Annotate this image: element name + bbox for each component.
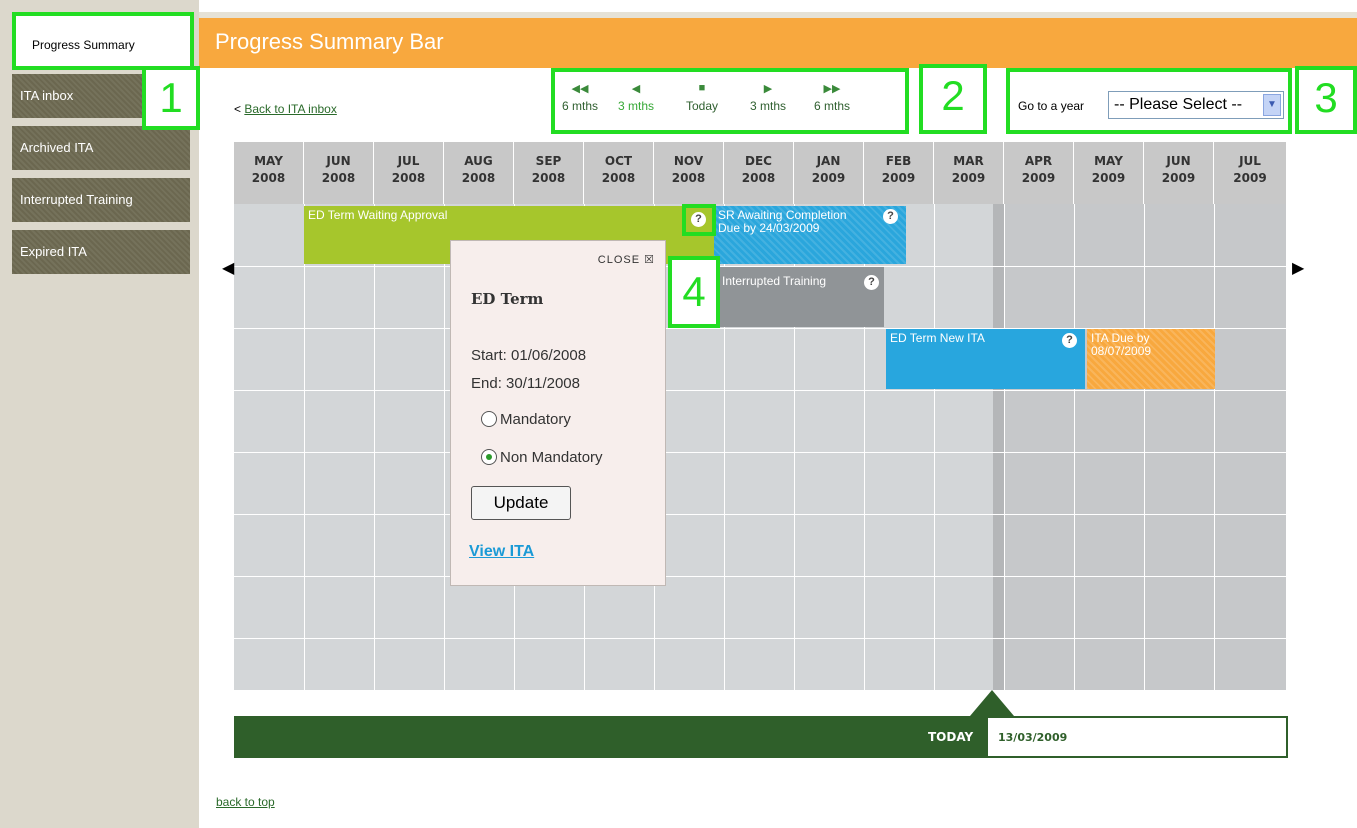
sidebar-item-expired-ita[interactable]: Expired ITA (12, 230, 190, 274)
grid-line (1074, 204, 1075, 690)
radio-label: Mandatory (500, 411, 571, 428)
month-header: AUG 2008 (444, 142, 514, 204)
view-ita-link[interactable]: View ITA (469, 543, 534, 561)
back-to-inbox-link[interactable]: Back to ITA inbox (244, 102, 337, 116)
month-header: JUL 2009 (1214, 142, 1286, 204)
radio-non-mandatory[interactable]: Non Mandatory (481, 449, 603, 466)
today-date: 13/03/2009 (988, 718, 1286, 756)
bar-label: Interrupted Training (722, 274, 827, 288)
month-header: MAY 2008 (234, 142, 304, 204)
help-icon[interactable]: ? (864, 275, 879, 290)
grid-line (1004, 204, 1005, 690)
radio-label: Non Mandatory (500, 449, 603, 466)
month-header: OCT 2008 (584, 142, 654, 204)
nav-forward-3-months[interactable]: ▶ 3 mths (743, 82, 793, 113)
popup-start: Start: 01/06/2008 (471, 347, 587, 364)
update-button[interactable]: Update (471, 486, 571, 520)
year-select[interactable]: -- Please Select -- ▼ (1108, 91, 1284, 119)
month-header: JAN 2009 (794, 142, 864, 204)
ed-term-new-ita-bar[interactable]: ED Term New ITA ? (886, 329, 1085, 389)
back-to-top-link[interactable]: back to top (216, 795, 275, 809)
nav-label: Today (685, 99, 719, 113)
month-header: SEP 2008 (514, 142, 584, 204)
callout-3: 3 (1295, 66, 1357, 134)
popup-title: ED Term (471, 290, 544, 308)
month-header: MAY 2009 (1074, 142, 1144, 204)
year-select-value: -- Please Select -- (1114, 96, 1243, 113)
sidebar-item-progress-summary[interactable]: Progress Summary (12, 12, 194, 70)
help-icon[interactable]: ? (691, 212, 706, 227)
bar-label: SR Awaiting Completion Due by 24/03/2009 (718, 208, 847, 235)
month-header: JUL 2008 (374, 142, 444, 204)
sidebar-item-interrupted-training[interactable]: Interrupted Training (12, 178, 190, 222)
today-pointer (970, 690, 1014, 716)
future-band (993, 204, 1286, 690)
grid-line (1144, 204, 1145, 690)
year-label: Go to a year (1018, 99, 1085, 113)
stop-square-icon: ■ (698, 82, 706, 94)
double-right-arrow-icon: ▶▶ (823, 83, 841, 95)
ita-due-bar[interactable]: ITA Due by 08/07/2009 (1087, 329, 1215, 389)
scroll-right-arrow-icon[interactable]: ▶ (1292, 258, 1304, 278)
grid-line (234, 390, 1286, 391)
left-arrow-icon: ◀ (631, 83, 641, 95)
grid-line (1214, 204, 1215, 690)
grid-line (374, 204, 375, 690)
nav-label: 3 mths (749, 99, 786, 113)
radio-button[interactable] (481, 449, 497, 465)
radio-mandatory[interactable]: Mandatory (481, 411, 571, 428)
nav-label: 6 mths (561, 99, 598, 113)
callout-1: 1 (142, 66, 200, 130)
help-icon[interactable]: ? (1062, 333, 1077, 348)
month-header: NOV 2008 (654, 142, 724, 204)
grid-line (234, 452, 1286, 453)
radio-button[interactable] (481, 411, 497, 427)
month-header: FEB 2009 (864, 142, 934, 204)
callout-4: 4 (668, 256, 720, 328)
month-header: MAR 2009 (934, 142, 1004, 204)
bar-label: ED Term Waiting Approval (308, 208, 448, 222)
popup-close-button[interactable]: CLOSE ☒ (598, 253, 655, 266)
callout-2: 2 (919, 64, 987, 134)
month-header: JUN 2009 (1144, 142, 1214, 204)
nav-forward-6-months[interactable]: ▶▶ 6 mths (807, 82, 857, 113)
grid-line (934, 204, 935, 690)
today-label: TODAY (928, 730, 974, 744)
sr-awaiting-bar[interactable]: SR Awaiting Completion Due by 24/03/2009… (714, 206, 906, 264)
back-to-inbox[interactable]: < Back to ITA inbox (234, 102, 337, 116)
grid-line (234, 638, 1286, 639)
bar-label: ITA Due by 08/07/2009 (1091, 331, 1152, 358)
nav-label: 3 mths (617, 99, 654, 113)
nav-label: 6 mths (813, 99, 850, 113)
month-header: JUN 2008 (304, 142, 374, 204)
double-left-arrow-icon: ◀◀ (571, 83, 589, 95)
right-arrow-icon: ▶ (763, 83, 773, 95)
bar-label: ED Term New ITA (890, 331, 985, 345)
timeline-grid: MAY 2008 JUN 2008 JUL 2008 AUG 2008 SEP 2008 … (234, 142, 1286, 690)
back-link-prefix: < (234, 102, 245, 116)
grid-line (304, 204, 305, 690)
today-bar: TODAY 13/03/2009 (234, 716, 1288, 758)
chevron-down-icon[interactable]: ▼ (1263, 94, 1281, 116)
nav-back-3-months[interactable]: ◀ 3 mths (611, 82, 661, 113)
highlighted-help-button[interactable]: ? (682, 204, 716, 236)
month-header: DEC 2008 (724, 142, 794, 204)
event-popup: CLOSE ☒ ED Term Start: 01/06/2008 End: 3… (450, 240, 666, 586)
year-selector-box: Go to a year -- Please Select -- ▼ (1006, 68, 1292, 134)
timeline-nav: ◀◀ 6 mths ◀ 3 mths ■ Today ▶ 3 mths ▶▶ 6… (551, 68, 909, 134)
popup-end: End: 30/11/2008 (471, 375, 580, 392)
sidebar-item-archived-ita[interactable]: Archived ITA (12, 126, 190, 170)
nav-back-6-months[interactable]: ◀◀ 6 mths (555, 82, 605, 113)
grid-line (234, 514, 1286, 515)
grid-line (234, 576, 1286, 577)
page-title: Progress Summary Bar (199, 18, 1357, 68)
grid-line (444, 204, 445, 690)
interrupted-training-bar[interactable]: Interrupted Training ? (718, 267, 884, 327)
month-header: APR 2009 (1004, 142, 1074, 204)
help-icon[interactable]: ? (883, 209, 898, 224)
scroll-left-arrow-icon[interactable]: ◀ (222, 258, 234, 278)
nav-today[interactable]: ■ Today (677, 82, 727, 113)
